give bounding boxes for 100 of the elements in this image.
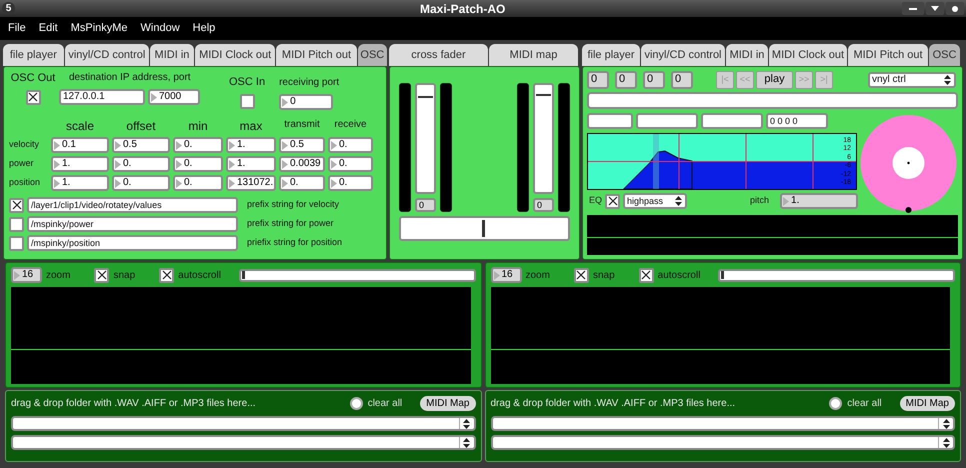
menu-item[interactable]: Edit [38, 20, 58, 37]
number-box[interactable]: 1. [226, 156, 276, 172]
info-field [701, 113, 763, 129]
checkbox[interactable] [574, 268, 589, 282]
scroll-bar[interactable] [718, 268, 955, 282]
destination-label: destination IP address, port [69, 71, 192, 85]
number-box[interactable]: 1. [51, 175, 109, 191]
fader-handle[interactable] [536, 94, 551, 96]
checkbox[interactable] [159, 268, 174, 282]
prefix-field[interactable]: /layer1/clip1/video/rotatey/values [27, 197, 238, 213]
tab[interactable]: file player [3, 44, 64, 66]
dropdown-field[interactable] [11, 435, 476, 450]
fader-value: 0 [533, 198, 554, 212]
menu-item[interactable]: MsPinkyMe [70, 20, 128, 37]
fader-track[interactable] [533, 83, 554, 194]
prefix-label: priefix string for position [247, 236, 342, 250]
tab[interactable]: MIDI Clock out [195, 44, 276, 66]
checkbox[interactable] [26, 90, 40, 104]
number-box[interactable]: 16 [11, 267, 42, 283]
checkbox[interactable] [240, 94, 255, 108]
tab[interactable]: MIDI Clock out [769, 44, 847, 66]
transport-button[interactable]: play [756, 70, 793, 88]
number-box[interactable]: 131072. [226, 175, 276, 191]
tab[interactable]: MIDI Pitch out [276, 44, 357, 66]
clear-all-toggle[interactable] [350, 397, 363, 410]
drop-hint: drag & drop folder with .WAV .AIFF or .MP3 files here... [11, 397, 257, 411]
dropdown-field[interactable] [490, 435, 955, 450]
tab[interactable]: MIDI in [150, 44, 194, 66]
number-box[interactable]: 16 [490, 267, 522, 283]
tab[interactable]: file player [582, 44, 640, 66]
checkbox[interactable] [9, 236, 24, 250]
column-heading: receive [333, 118, 368, 132]
tab[interactable]: MIDI in [726, 44, 768, 66]
fader-handle[interactable] [418, 96, 433, 98]
prefix-field[interactable]: /mspinky/power [27, 216, 238, 232]
number-box[interactable]: 0. [112, 175, 170, 191]
clear-all-toggle[interactable] [829, 397, 842, 410]
position-field: 0 0 0 0 [766, 113, 828, 129]
number-box[interactable]: 0.5 [279, 137, 325, 153]
row-label: position [9, 176, 42, 190]
fader-track[interactable] [415, 83, 436, 194]
tab[interactable]: vinyl/CD control [64, 44, 149, 66]
tab[interactable]: MIDI map [489, 44, 578, 66]
crossfader-handle[interactable] [482, 220, 486, 237]
close-button[interactable] [946, 2, 964, 15]
tab[interactable]: OSC [929, 44, 960, 66]
menu-item[interactable]: Help [192, 20, 216, 37]
counter-box: 0 [643, 70, 665, 88]
clear-all-label: clear all [847, 397, 882, 411]
tab[interactable]: MIDI Pitch out [848, 44, 928, 66]
dropdown-button[interactable] [926, 2, 944, 15]
tab[interactable]: OSC [358, 44, 387, 66]
number-box[interactable]: 0.0039 [279, 156, 325, 172]
window-title: Maxi-Patch-AO [420, 0, 506, 18]
scroll-bar[interactable] [238, 268, 476, 282]
number-box[interactable]: 0. [328, 156, 373, 172]
caret-icon [931, 6, 939, 11]
number-box[interactable]: 0. [173, 156, 223, 172]
number-box[interactable]: 0. [328, 137, 373, 153]
menu-item[interactable]: File [8, 20, 26, 37]
crossfader-track[interactable] [399, 216, 570, 241]
filter-select[interactable]: highpass [623, 193, 688, 209]
checkbox[interactable] [9, 198, 24, 212]
number-box[interactable]: 1. [780, 193, 858, 209]
number-box[interactable]: 7000 [148, 89, 200, 105]
minimize-icon [909, 8, 917, 10]
mode-select[interactable]: vnyl ctrl [868, 72, 956, 88]
counter-box: 0 [671, 70, 693, 88]
midi-map-button[interactable]: MIDI Map [900, 396, 955, 411]
midi-map-button[interactable]: MIDI Map [420, 396, 476, 411]
checkbox[interactable] [94, 268, 110, 282]
tab[interactable]: vinyl/CD control [641, 44, 725, 66]
dropdown-field[interactable] [11, 416, 476, 431]
dropdown-field[interactable] [490, 416, 955, 431]
app-icon: 5 [2, 2, 15, 15]
prefix-field[interactable]: /mspinky/position [27, 235, 238, 251]
ip-field[interactable]: 127.0.0.1 [59, 89, 145, 105]
number-box[interactable]: 0. [279, 175, 325, 191]
snap-label: snap [592, 268, 615, 282]
number-box[interactable]: 0.5 [112, 137, 170, 153]
checkbox[interactable] [605, 194, 620, 208]
osc-out-label: OSC Out [10, 71, 56, 86]
tab[interactable]: cross fader [389, 44, 488, 66]
minimize-button[interactable] [902, 2, 924, 15]
column-heading: scale [64, 118, 95, 135]
number-box[interactable]: 1. [226, 137, 276, 153]
number-box[interactable]: 0. [173, 137, 223, 153]
zoom-label: zoom [526, 268, 550, 282]
number-box[interactable]: 0. [112, 156, 170, 172]
checkbox[interactable] [638, 268, 654, 282]
number-box[interactable]: 0 [279, 94, 334, 110]
number-box[interactable]: 0. [173, 175, 223, 191]
checkbox[interactable] [9, 216, 24, 232]
number-box[interactable]: 0.1 [51, 137, 109, 153]
number-box[interactable]: 1. [51, 156, 109, 172]
row-label: velocity [9, 138, 40, 152]
clear-all-label: clear all [368, 397, 402, 411]
track-name-field[interactable] [587, 92, 958, 109]
menu-item[interactable]: Window [140, 20, 180, 37]
number-box[interactable]: 0. [328, 175, 373, 191]
